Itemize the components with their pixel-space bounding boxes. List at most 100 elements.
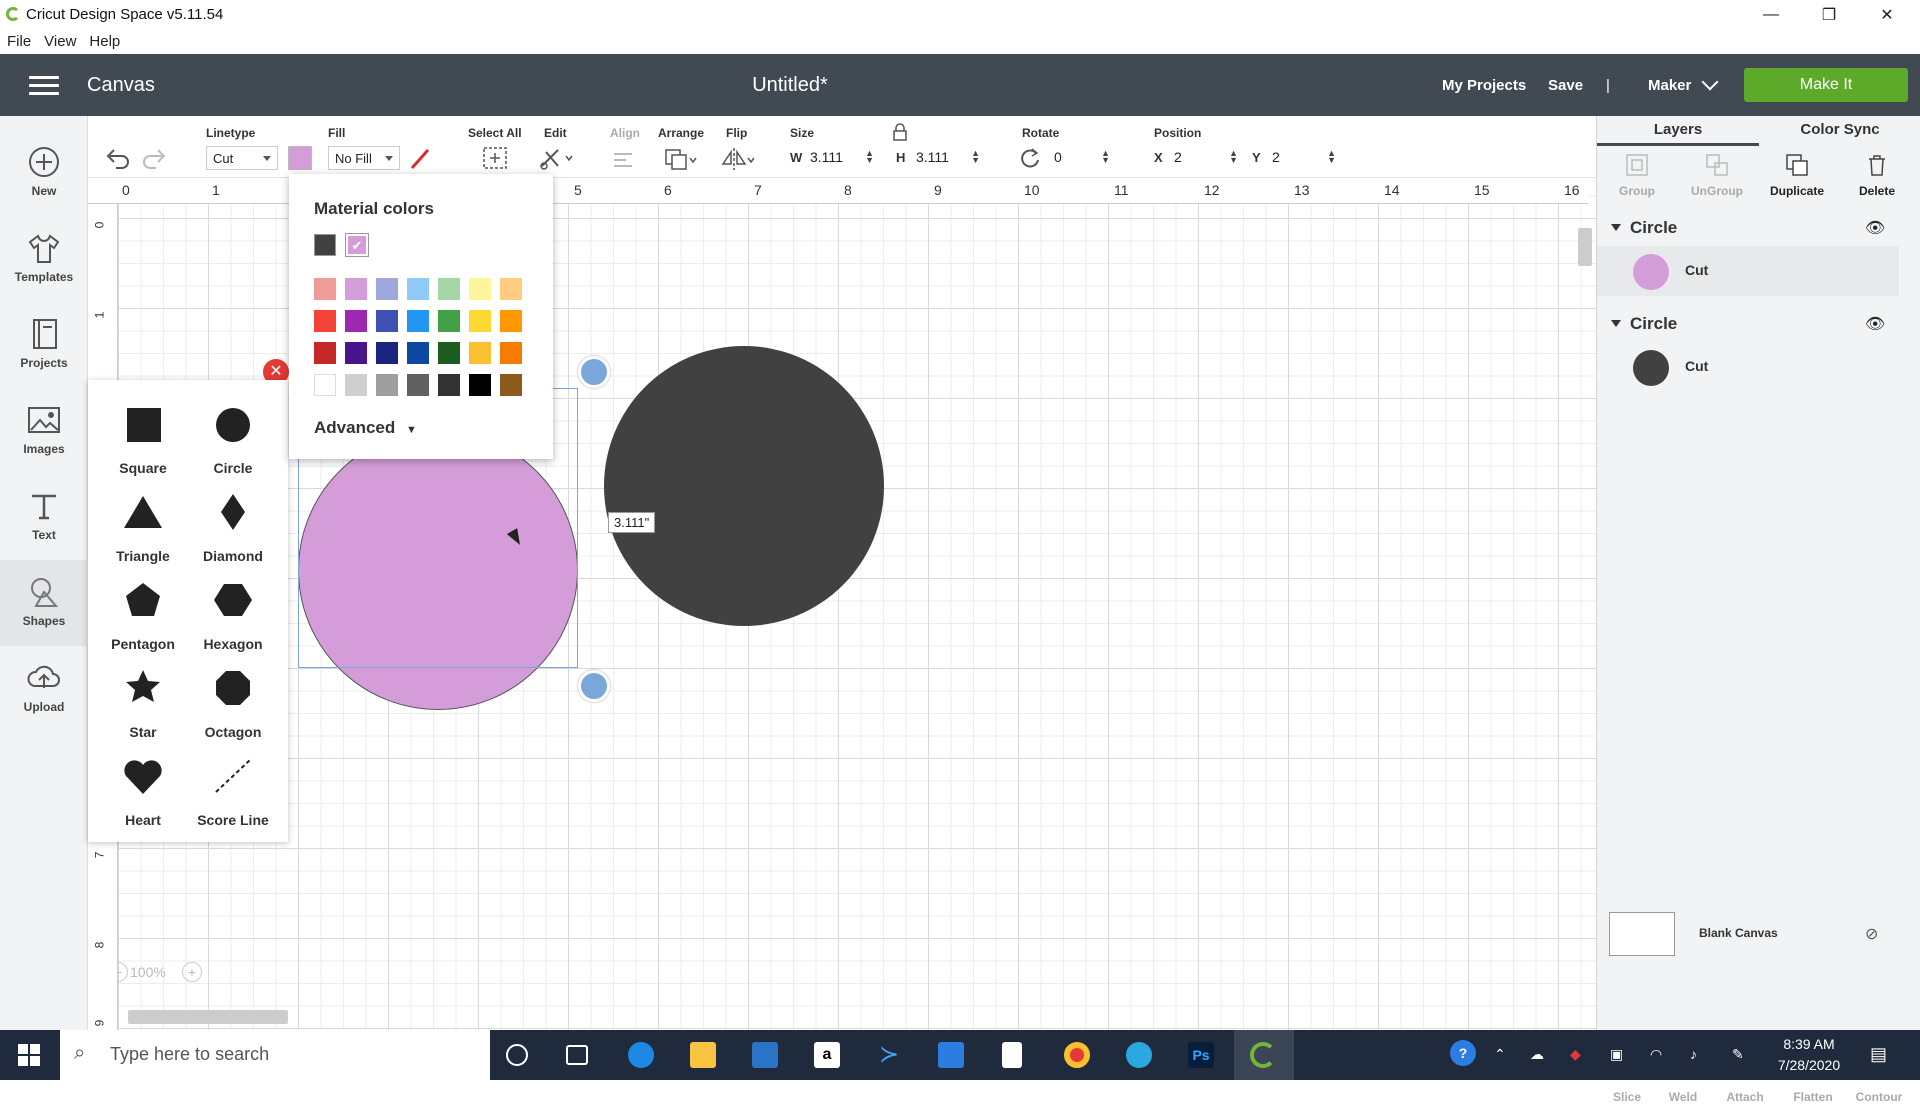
palette-color-swatch[interactable] (407, 342, 429, 364)
palette-color-swatch[interactable] (314, 374, 336, 396)
weld-button[interactable]: Weld (1653, 1090, 1713, 1104)
chrome-icon[interactable] (1064, 1042, 1090, 1068)
palette-color-swatch[interactable] (469, 342, 491, 364)
zoom-in-icon[interactable]: + (182, 962, 202, 982)
shape-octagon[interactable]: Octagon (188, 664, 278, 750)
attach-button[interactable]: Attach (1715, 1090, 1775, 1104)
palette-color-swatch[interactable] (438, 342, 460, 364)
linetype-select[interactable]: Cut (206, 146, 278, 170)
duplicate-button[interactable]: Duplicate (1757, 152, 1837, 198)
palette-color-swatch[interactable] (407, 374, 429, 396)
height-input[interactable]: 3.111 ▲ ▼ (910, 146, 986, 170)
photoshop-icon[interactable]: Ps (1188, 1042, 1214, 1068)
palette-color-swatch[interactable] (500, 342, 522, 364)
palette-color-swatch[interactable] (345, 310, 367, 332)
recent-color-swatch[interactable]: ✔ (346, 234, 368, 256)
palette-color-swatch[interactable] (407, 278, 429, 300)
windows-start-icon[interactable] (18, 1044, 40, 1066)
group-button[interactable]: Group (1597, 152, 1677, 198)
pen-icon[interactable]: ✎ (1732, 1046, 1744, 1063)
palette-color-swatch[interactable] (345, 278, 367, 300)
shape-square[interactable]: Square (98, 400, 188, 486)
advanced-toggle[interactable]: Advanced ▼ (314, 418, 417, 438)
palette-color-swatch[interactable] (469, 374, 491, 396)
rotate-input[interactable]: 0 ▲ ▼ (1048, 146, 1116, 170)
palette-color-swatch[interactable] (438, 278, 460, 300)
vertical-scrollbar[interactable] (1578, 228, 1592, 266)
edit-scissors-icon[interactable] (538, 144, 573, 172)
rotate-icon[interactable] (1016, 144, 1050, 172)
recent-color-swatch[interactable] (314, 234, 336, 256)
palette-color-swatch[interactable] (345, 374, 367, 396)
ungroup-button[interactable]: UnGroup (1677, 152, 1757, 198)
cortana-icon[interactable] (506, 1044, 528, 1066)
palette-color-swatch[interactable] (314, 342, 336, 364)
delete-button[interactable]: Delete (1837, 152, 1917, 198)
layer-item[interactable]: Cut (1597, 246, 1899, 296)
shape-hexagon[interactable]: Hexagon (188, 576, 278, 662)
palette-color-swatch[interactable] (345, 342, 367, 364)
palette-color-swatch[interactable] (314, 310, 336, 332)
shape-score-line[interactable]: Score Line (188, 752, 278, 838)
wifi-icon[interactable]: ◠ (1650, 1046, 1662, 1063)
resize-handle-icon[interactable] (578, 670, 610, 702)
flatten-button[interactable]: Flatten (1783, 1090, 1843, 1104)
contour-button[interactable]: Contour (1849, 1090, 1909, 1104)
notifications-icon[interactable]: ▤ (1870, 1044, 1887, 1065)
layer-group-2[interactable]: Circle 👁 (1597, 308, 1899, 340)
collapse-triangle-icon[interactable] (1611, 320, 1621, 327)
palette-color-swatch[interactable] (376, 310, 398, 332)
eye-icon[interactable]: 👁 (1865, 218, 1885, 238)
shape-pentagon[interactable]: Pentagon (98, 576, 188, 662)
tool-images[interactable]: Images (0, 388, 88, 474)
layer-item[interactable]: Cut (1597, 342, 1899, 392)
tab-color-sync[interactable]: Color Sync (1759, 116, 1920, 146)
palette-color-swatch[interactable] (469, 310, 491, 332)
document-icon[interactable] (1002, 1042, 1022, 1068)
slice-button[interactable]: Slice (1597, 1090, 1657, 1104)
align-icon[interactable] (608, 144, 642, 172)
tool-projects[interactable]: Projects (0, 302, 88, 388)
palette-color-swatch[interactable] (438, 374, 460, 396)
width-input[interactable]: 3.111 ▲ ▼ (804, 146, 880, 170)
vscode-icon[interactable]: ≻ (876, 1042, 902, 1068)
dropbox-icon[interactable]: ◆ (1570, 1046, 1581, 1063)
chevron-down-icon[interactable] (1701, 73, 1719, 91)
hidden-eye-icon[interactable]: ⊘ (1865, 924, 1878, 944)
horizontal-scrollbar[interactable] (128, 1010, 288, 1024)
tool-shapes[interactable]: Shapes (0, 560, 88, 646)
shape-star[interactable]: Star (98, 664, 188, 750)
collapse-triangle-icon[interactable] (1611, 224, 1621, 231)
dark-circle[interactable] (604, 346, 884, 626)
tray-chevron-icon[interactable]: ⌃ (1494, 1046, 1506, 1063)
monitor-icon[interactable]: ▣ (1610, 1046, 1623, 1063)
restore-button[interactable]: ❐ (1800, 0, 1858, 30)
y-position-input[interactable]: 2 ▲ ▼ (1266, 146, 1342, 170)
palette-color-swatch[interactable] (376, 278, 398, 300)
cricut-taskbar-icon[interactable] (1250, 1042, 1276, 1068)
machine-select[interactable]: Maker (1648, 77, 1691, 94)
arrange-icon[interactable] (662, 144, 697, 172)
tab-layers[interactable]: Layers (1597, 116, 1759, 146)
blank-canvas-swatch[interactable] (1609, 912, 1675, 956)
layer-group-1[interactable]: Circle 👁 (1597, 212, 1899, 244)
shape-heart[interactable]: Heart (98, 752, 188, 838)
file-explorer-icon[interactable] (690, 1042, 716, 1068)
store-icon[interactable] (752, 1042, 778, 1068)
eye-icon[interactable]: 👁 (1865, 314, 1885, 334)
shape-triangle[interactable]: Triangle (98, 488, 188, 574)
undo-icon[interactable] (102, 144, 136, 172)
x-position-input[interactable]: 2 ▲ ▼ (1168, 146, 1244, 170)
amazon-icon[interactable]: a (814, 1042, 840, 1068)
menu-file[interactable]: File (0, 30, 31, 54)
shape-diamond[interactable]: Diamond (188, 488, 278, 574)
make-it-button[interactable]: Make It (1744, 68, 1908, 102)
tool-new[interactable]: New (0, 130, 88, 216)
palette-color-swatch[interactable] (500, 310, 522, 332)
clock-date[interactable]: 7/28/2020 (1772, 1057, 1846, 1073)
taskbar-search-box[interactable]: ⌕ Type here to search (60, 1030, 490, 1080)
linetype-color-swatch[interactable] (288, 146, 312, 170)
palette-color-swatch[interactable] (376, 342, 398, 364)
rotate-handle-icon[interactable] (578, 356, 610, 388)
no-fill-slash-icon[interactable] (406, 144, 440, 172)
